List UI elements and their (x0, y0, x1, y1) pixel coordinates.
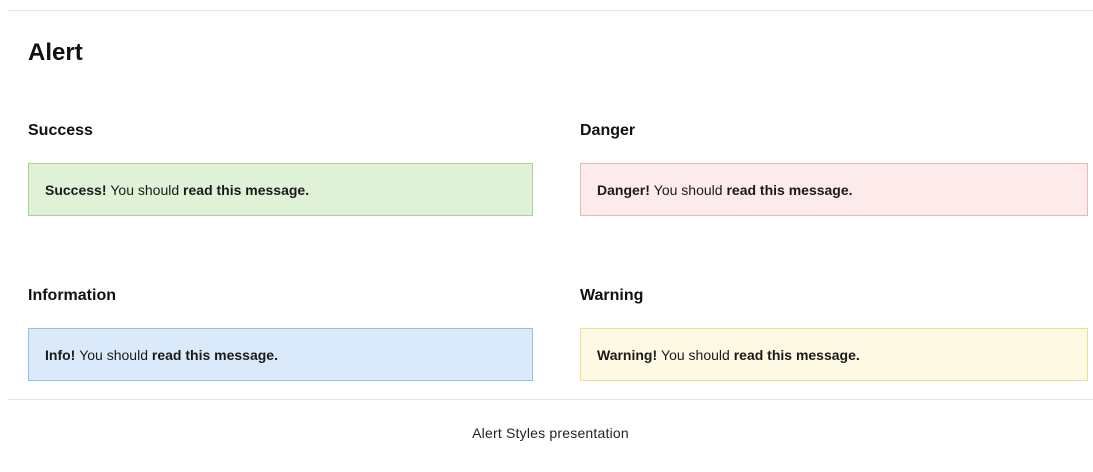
success-alert-strong: Success! (45, 181, 107, 198)
warning-section: Warning Warning! You should read this me… (580, 286, 1088, 381)
danger-alert-emphasis: read this message. (726, 181, 853, 198)
page-title: Alert (28, 39, 83, 66)
danger-section: Danger Danger! You should read this mess… (580, 121, 1088, 216)
success-alert-emphasis: read this message. (183, 181, 310, 198)
info-alert-emphasis: read this message. (151, 346, 278, 363)
warning-alert: Warning! You should read this message. (580, 328, 1088, 381)
warning-alert-text: You should (661, 346, 730, 363)
information-heading: Information (28, 287, 116, 304)
info-alert: Info! You should read this message. (28, 328, 533, 381)
caption-text: Alert Styles presentation (472, 425, 629, 441)
warning-alert-emphasis: read this message. (733, 346, 860, 363)
danger-alert: Danger! You should read this message. (580, 163, 1088, 216)
caption-bar: Alert Styles presentation (8, 399, 1093, 472)
danger-alert-strong: Danger! (597, 181, 650, 198)
success-heading: Success (28, 122, 93, 139)
alert-demo-card: Alert Success Success! You should read t… (8, 10, 1093, 400)
danger-alert-text: You should (653, 181, 723, 198)
success-alert-text: You should (110, 181, 180, 198)
warning-heading: Warning (580, 287, 644, 304)
information-section: Information Info! You should read this m… (28, 286, 536, 381)
danger-heading: Danger (580, 122, 636, 139)
info-alert-strong: Info! (45, 346, 76, 363)
info-alert-text: You should (79, 346, 148, 363)
success-section: Success Success! You should read this me… (28, 121, 536, 216)
warning-alert-strong: Warning! (597, 346, 658, 363)
success-alert: Success! You should read this message. (28, 163, 533, 216)
